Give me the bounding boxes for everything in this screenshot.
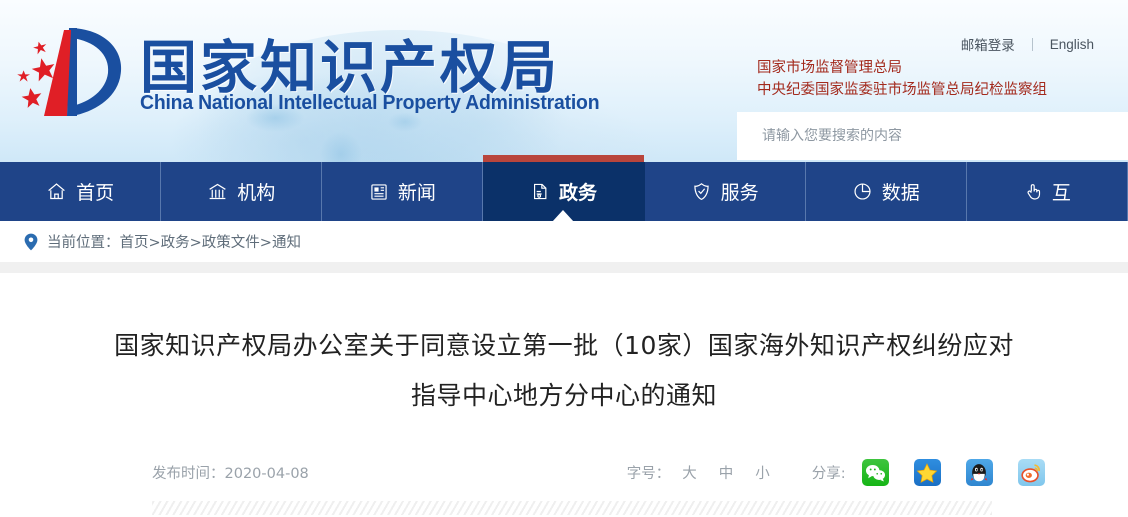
site-search-box[interactable] — [737, 112, 1128, 160]
nav-label: 数据 — [881, 182, 920, 204]
font-size-controls: 字号： 大 中 小 — [627, 462, 792, 483]
cnipa-emblem-logo[interactable] — [14, 16, 134, 128]
site-title-en: China National Intellectual Property Adm… — [140, 92, 600, 114]
nav-item-home[interactable]: 首页 — [0, 162, 162, 221]
nav-label: 服务 — [720, 182, 759, 204]
publish-time: 发布时间：2020-04-08 — [152, 462, 309, 483]
qzone-share-icon[interactable] — [913, 459, 941, 486]
breadcrumb: 当前位置： 首页>政务>政策文件>通知 — [0, 221, 1128, 262]
share-label: 分享: — [811, 466, 846, 482]
english-link[interactable]: English — [1050, 37, 1094, 52]
active-tab-pointer — [552, 210, 575, 222]
nav-label: 政务 — [558, 182, 597, 204]
publish-date-value: 2020-04-08 — [224, 466, 309, 482]
nav-item-institutions[interactable]: 机构 — [161, 162, 323, 221]
bank-icon — [207, 181, 228, 202]
document-icon — [530, 181, 550, 202]
mail-login-link[interactable]: 邮箱登录 — [961, 34, 1015, 54]
nav-item-data[interactable]: 数据 — [806, 162, 967, 221]
link-separator — [1031, 37, 1033, 51]
site-header: 国家知识产权局 China National Intellectual Prop… — [0, 0, 1128, 162]
share-icon-group — [861, 459, 1045, 486]
wechat-share-icon[interactable] — [861, 459, 889, 486]
hand-click-icon — [1023, 181, 1043, 202]
font-size-large-button[interactable]: 大 — [682, 462, 697, 483]
font-size-label: 字号： — [626, 466, 671, 482]
location-pin-icon — [24, 233, 38, 251]
home-icon — [46, 181, 67, 202]
nav-label: 新闻 — [397, 182, 436, 204]
active-tab-indicator-bar — [483, 155, 644, 162]
newspaper-icon — [369, 182, 389, 202]
pie-chart-icon — [852, 181, 873, 202]
shield-check-icon — [691, 181, 712, 202]
font-size-small-button[interactable]: 小 — [755, 462, 770, 483]
qq-share-icon[interactable] — [965, 459, 993, 486]
font-size-medium-button[interactable]: 中 — [719, 462, 734, 483]
publish-time-label: 发布时间： — [152, 466, 225, 482]
top-utility-links: 邮箱登录 English — [961, 34, 1094, 54]
nav-label: 互 — [1051, 182, 1071, 204]
article-container: 国家知识产权局办公室关于同意设立第一批（10家）国家海外知识产权纠纷应对指导中心… — [0, 273, 1128, 517]
weibo-share-icon[interactable] — [1017, 459, 1045, 486]
agency-name-line-2: 中央纪委国家监委驻市场监管总局纪检监察组 — [757, 82, 1047, 98]
main-navigation: 首页 机构 新闻 政务 服务 数据 互 — [0, 155, 1128, 222]
nav-item-news[interactable]: 新闻 — [322, 162, 484, 221]
nav-label: 首页 — [76, 182, 115, 204]
article-meta-row: 发布时间：2020-04-08 字号： 大 中 小 分享: — [0, 459, 1128, 486]
breadcrumb-path[interactable]: 首页>政务>政策文件>通知 — [120, 231, 301, 252]
nav-item-government-affairs[interactable]: 政务 — [483, 155, 645, 222]
hatched-divider — [152, 501, 992, 515]
affiliated-agency-names: 国家市场监督管理总局 中央纪委国家监委驻市场监管总局纪检监察组 — [757, 57, 1047, 101]
page-title: 国家知识产权局办公室关于同意设立第一批（10家）国家海外知识产权纠纷应对指导中心… — [114, 331, 1014, 410]
agency-name-line-1: 国家市场监督管理总局 — [757, 60, 902, 76]
search-input[interactable] — [762, 128, 1092, 144]
section-divider-band — [0, 262, 1128, 273]
nav-item-services[interactable]: 服务 — [645, 162, 806, 221]
nav-label: 机构 — [237, 182, 276, 204]
nav-item-interaction[interactable]: 互 — [967, 162, 1128, 221]
breadcrumb-label: 当前位置： — [47, 235, 120, 251]
